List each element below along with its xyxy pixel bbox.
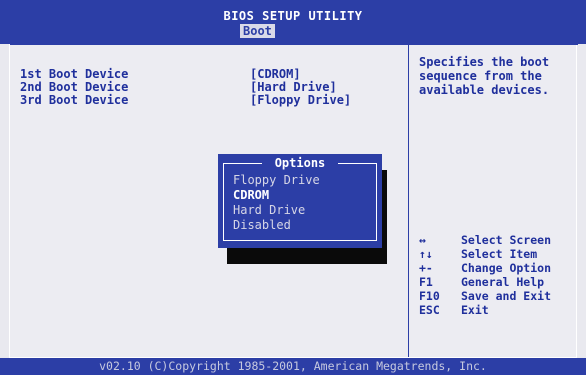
key-legend: ↔ Select Screen ↑↓ Select Item +- Change… — [419, 233, 551, 317]
separator-line — [10, 44, 578, 45]
plus-minus-icon: +- — [419, 261, 433, 275]
title-bar: BIOS SETUP UTILITY Boot — [0, 0, 586, 44]
popup-title: Options — [274, 156, 326, 170]
boot-device-value[interactable]: [Floppy Drive] — [250, 94, 351, 107]
key-esc: ESC — [419, 303, 440, 317]
popup-option-cdrom[interactable]: CDROM — [233, 188, 320, 203]
key-f1: F1 — [419, 275, 433, 289]
key-description: Select Item — [461, 247, 538, 261]
footer-copyright: v02.10 (C)Copyright 1985-2001, American … — [0, 358, 586, 375]
panel-divider — [408, 44, 409, 357]
options-popup: Options Floppy Drive CDROM Hard Drive Di… — [218, 154, 382, 248]
boot-row-3[interactable]: 3rd Boot Device [Floppy Drive] — [20, 94, 351, 107]
key-row: +- Change Option — [419, 261, 551, 275]
help-text: Specifies the boot sequence from the ava… — [419, 55, 550, 97]
popup-option-floppy[interactable]: Floppy Drive — [233, 173, 320, 188]
arrow-left-right-icon: ↔ — [419, 233, 426, 247]
key-row: ESC Exit — [419, 303, 551, 317]
key-row: F10 Save and Exit — [419, 289, 551, 303]
key-row: ↔ Select Screen — [419, 233, 551, 247]
popup-option-hard-drive[interactable]: Hard Drive — [233, 203, 320, 218]
popup-option-disabled[interactable]: Disabled — [233, 218, 320, 233]
arrow-up-down-icon: ↑↓ — [419, 247, 433, 261]
key-description: Change Option — [461, 261, 552, 275]
key-row: F1 General Help — [419, 275, 551, 289]
boot-device-label: 3rd Boot Device — [20, 93, 129, 107]
tab-boot[interactable]: Boot — [240, 24, 275, 38]
app-title: BIOS SETUP UTILITY — [223, 9, 363, 23]
key-row: ↑↓ Select Item — [419, 247, 551, 261]
key-description: General Help — [461, 275, 545, 289]
key-description: Select Screen — [461, 233, 552, 247]
key-f10: F10 — [419, 289, 440, 303]
key-description: Exit — [461, 303, 489, 317]
boot-device-list: 1st Boot Device [CDROM] 2nd Boot Device … — [20, 68, 351, 107]
key-description: Save and Exit — [461, 289, 552, 303]
popup-option-list: Floppy Drive CDROM Hard Drive Disabled — [233, 173, 320, 233]
